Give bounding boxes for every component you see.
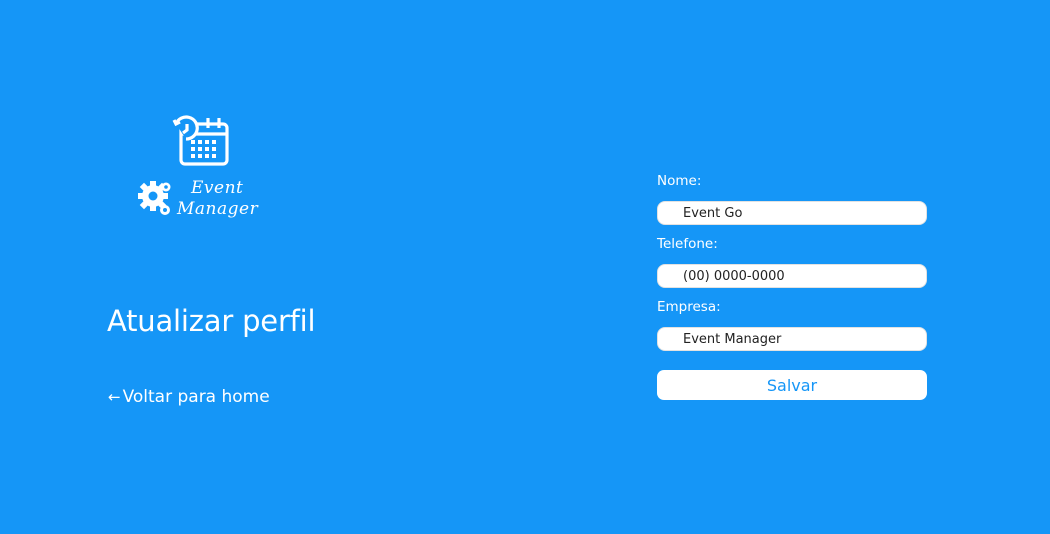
page-title: Atualizar perfil	[107, 304, 316, 338]
save-button[interactable]: Salvar	[657, 370, 927, 400]
back-to-home-link[interactable]: ← Voltar para home	[108, 387, 270, 407]
name-label: Nome:	[657, 173, 702, 189]
company-input[interactable]	[657, 327, 927, 351]
company-label: Empresa:	[657, 299, 721, 315]
logo-text-manager: Manager	[177, 199, 259, 219]
back-link-label: Voltar para home	[122, 387, 270, 407]
logo-text-event: Event	[191, 178, 244, 198]
arrow-left-icon: ←	[108, 388, 121, 406]
page: Event Manager Atualizar perfil ← Voltar …	[0, 0, 1050, 534]
phone-label: Telefone:	[657, 236, 718, 252]
name-input[interactable]	[657, 201, 927, 225]
phone-input[interactable]	[657, 264, 927, 288]
profile-form: Nome: Telefone: Empresa: Salvar	[657, 173, 927, 400]
calendar-grid	[191, 140, 216, 158]
app-logo: Event Manager	[136, 114, 266, 224]
gears-icon	[138, 181, 171, 215]
